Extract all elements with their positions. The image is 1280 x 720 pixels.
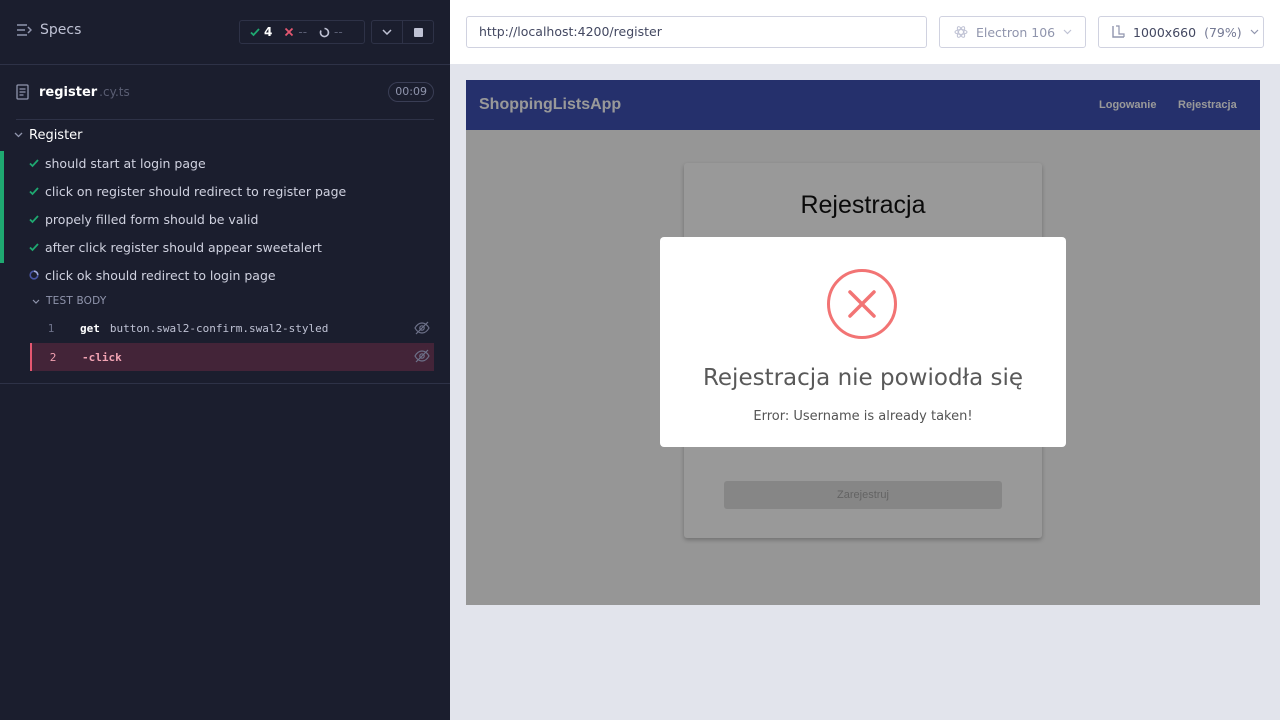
- test-body-label: TEST BODY: [46, 295, 107, 307]
- running-spinner-icon: [28, 270, 40, 280]
- failed-count: --: [298, 25, 308, 39]
- test-item[interactable]: click ok should redirect to login page: [0, 263, 434, 287]
- stat-pending: --: [319, 25, 343, 39]
- reporter-panel: Specs 4 -- -- register .cy.ts 00:09 Regi…: [0, 0, 450, 720]
- check-icon: [28, 158, 40, 168]
- browser-label: Electron 106: [976, 24, 1056, 40]
- suite-title: Register: [29, 127, 83, 143]
- aut-toolbar: http://localhost:4200/register Electron …: [450, 0, 1280, 64]
- command-message: button.swal2-confirm.swal2-styled: [109, 321, 329, 335]
- divider: [0, 383, 450, 384]
- browser-selector[interactable]: Electron 106: [939, 16, 1086, 48]
- divider: [16, 119, 434, 120]
- eye-slash-icon[interactable]: [414, 349, 430, 363]
- test-title: click on register should redirect to reg…: [45, 183, 347, 199]
- viewport-info[interactable]: 1000x660 (79%): [1098, 16, 1264, 48]
- command-row[interactable]: 1 get button.swal2-confirm.swal2-styled: [30, 315, 434, 341]
- check-icon: [28, 186, 40, 196]
- command-name: -click: [82, 350, 122, 364]
- command-number: 2: [49, 350, 57, 364]
- pass-indicator: [0, 207, 4, 235]
- specs-list-icon: [17, 24, 32, 36]
- viewport-scale: (79%): [1204, 24, 1242, 40]
- error-x-icon: [827, 269, 897, 339]
- electron-icon: [954, 26, 968, 38]
- run-duration: 00:09: [388, 82, 434, 102]
- command-number: 1: [47, 321, 55, 335]
- dialog-title: Rejestracja nie powiodła się: [702, 365, 1024, 391]
- pending-spinner-icon: [319, 27, 330, 37]
- collapse-all-button[interactable]: [372, 21, 402, 43]
- test-title: should start at login page: [45, 155, 206, 171]
- stat-failed: --: [284, 25, 307, 39]
- specs-header: Specs 4 -- --: [0, 0, 450, 65]
- chevron-down-icon: [32, 299, 40, 304]
- test-item[interactable]: propely filled form should be valid: [0, 207, 434, 235]
- stop-button[interactable]: [402, 21, 433, 43]
- test-title: click ok should redirect to login page: [45, 267, 276, 283]
- test-title: propely filled form should be valid: [45, 211, 259, 227]
- test-item[interactable]: should start at login page: [0, 151, 434, 179]
- document-icon: [16, 84, 29, 100]
- error-dialog: Rejestracja nie powiodła się Error: User…: [660, 237, 1066, 447]
- pass-indicator: [0, 235, 4, 263]
- stop-icon: [413, 27, 423, 37]
- chevron-down-icon: [14, 132, 23, 138]
- stat-passed: 4: [250, 25, 272, 39]
- passed-count: 4: [264, 25, 273, 39]
- x-icon: [285, 27, 294, 37]
- test-title: after click register should appear sweet…: [45, 239, 322, 255]
- test-item[interactable]: after click register should appear sweet…: [0, 235, 434, 263]
- command-name: get: [80, 321, 100, 335]
- run-controls: [371, 20, 434, 44]
- chevron-down-icon: [1250, 29, 1259, 35]
- chevron-down-icon: [1063, 29, 1072, 35]
- viewport-size: 1000x660: [1133, 24, 1197, 40]
- dialog-message: Error: Username is already taken!: [753, 409, 973, 424]
- suite-header[interactable]: Register: [14, 126, 83, 144]
- pass-indicator: [0, 179, 4, 207]
- url-bar[interactable]: http://localhost:4200/register: [466, 16, 927, 48]
- check-icon: [250, 28, 260, 37]
- check-icon: [28, 242, 40, 252]
- chevron-down-icon: [382, 29, 392, 35]
- command-row-failed[interactable]: 2 -click: [30, 343, 434, 371]
- test-stats: 4 -- --: [239, 20, 365, 44]
- spec-file-header[interactable]: register .cy.ts 00:09: [16, 80, 434, 104]
- check-icon: [28, 214, 40, 224]
- pending-count: --: [334, 25, 343, 39]
- ruler-icon: [1112, 25, 1125, 38]
- specs-toggle[interactable]: Specs: [16, 22, 81, 38]
- specs-label: Specs: [40, 22, 82, 38]
- test-item[interactable]: click on register should redirect to reg…: [0, 179, 434, 207]
- spec-file-name: register: [39, 84, 98, 100]
- eye-slash-icon[interactable]: [414, 321, 430, 335]
- pass-indicator: [0, 151, 4, 179]
- spec-file-ext: .cy.ts: [99, 85, 130, 99]
- test-body-toggle[interactable]: TEST BODY: [32, 295, 106, 307]
